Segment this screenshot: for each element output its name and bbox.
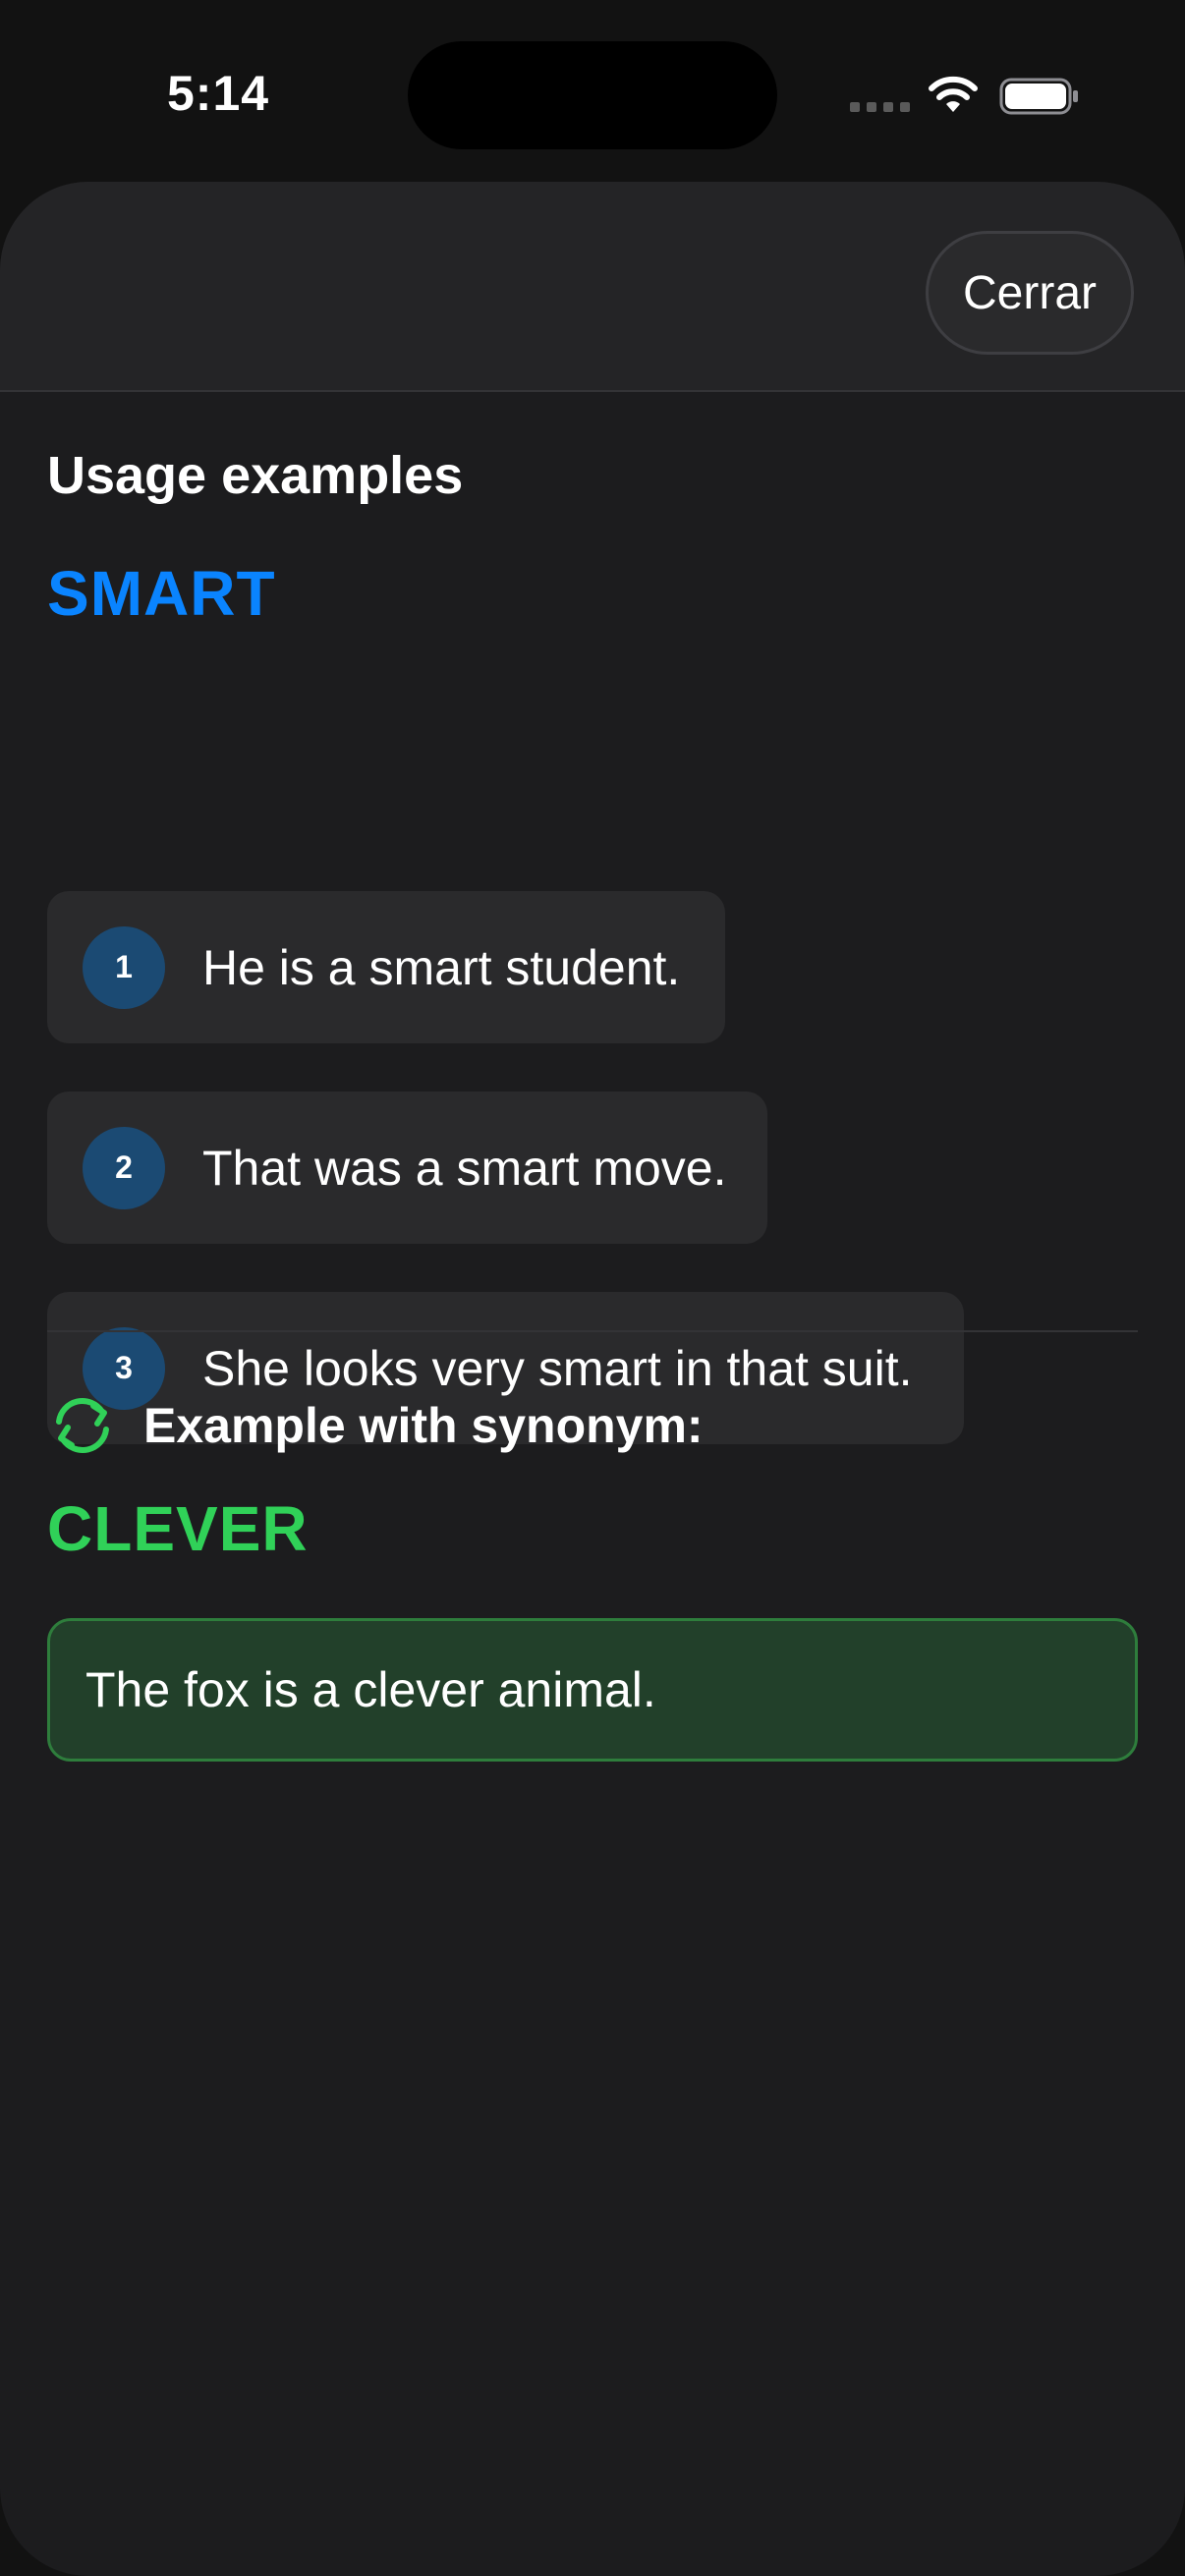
main-word: SMART bbox=[47, 558, 276, 629]
sync-icon bbox=[56, 1397, 109, 1454]
synonym-label: Example with synonym: bbox=[143, 1398, 704, 1453]
sheet-header: Cerrar bbox=[0, 182, 1185, 392]
synonym-word: CLEVER bbox=[47, 1493, 309, 1564]
synonym-example-text: The fox is a clever animal. bbox=[85, 1662, 656, 1717]
status-bar: 5:14 bbox=[0, 0, 1185, 182]
example-text: That was a smart move. bbox=[202, 1140, 727, 1196]
cellular-signal-icon bbox=[850, 102, 910, 112]
section-divider bbox=[47, 1330, 1138, 1332]
example-card: 2 That was a smart move. bbox=[47, 1092, 767, 1244]
status-time: 5:14 bbox=[167, 66, 270, 121]
example-card: 1 He is a smart student. bbox=[47, 891, 725, 1043]
example-number-badge: 1 bbox=[83, 925, 165, 1009]
example-number-badge: 2 bbox=[83, 1126, 165, 1209]
usage-examples-sheet: Cerrar Usage examples SMART 1 He is a sm… bbox=[0, 182, 1185, 2576]
example-text: She looks very smart in that suit. bbox=[202, 1340, 913, 1396]
section-title: Usage examples bbox=[47, 446, 464, 505]
synonym-header: Example with synonym: bbox=[47, 1394, 704, 1457]
dynamic-island bbox=[408, 41, 777, 149]
synonym-example-card: The fox is a clever animal. bbox=[47, 1618, 1138, 1762]
battery-icon bbox=[999, 78, 1078, 115]
wifi-icon bbox=[929, 76, 978, 112]
close-button[interactable]: Cerrar bbox=[926, 231, 1134, 355]
example-text: He is a smart student. bbox=[202, 939, 681, 995]
